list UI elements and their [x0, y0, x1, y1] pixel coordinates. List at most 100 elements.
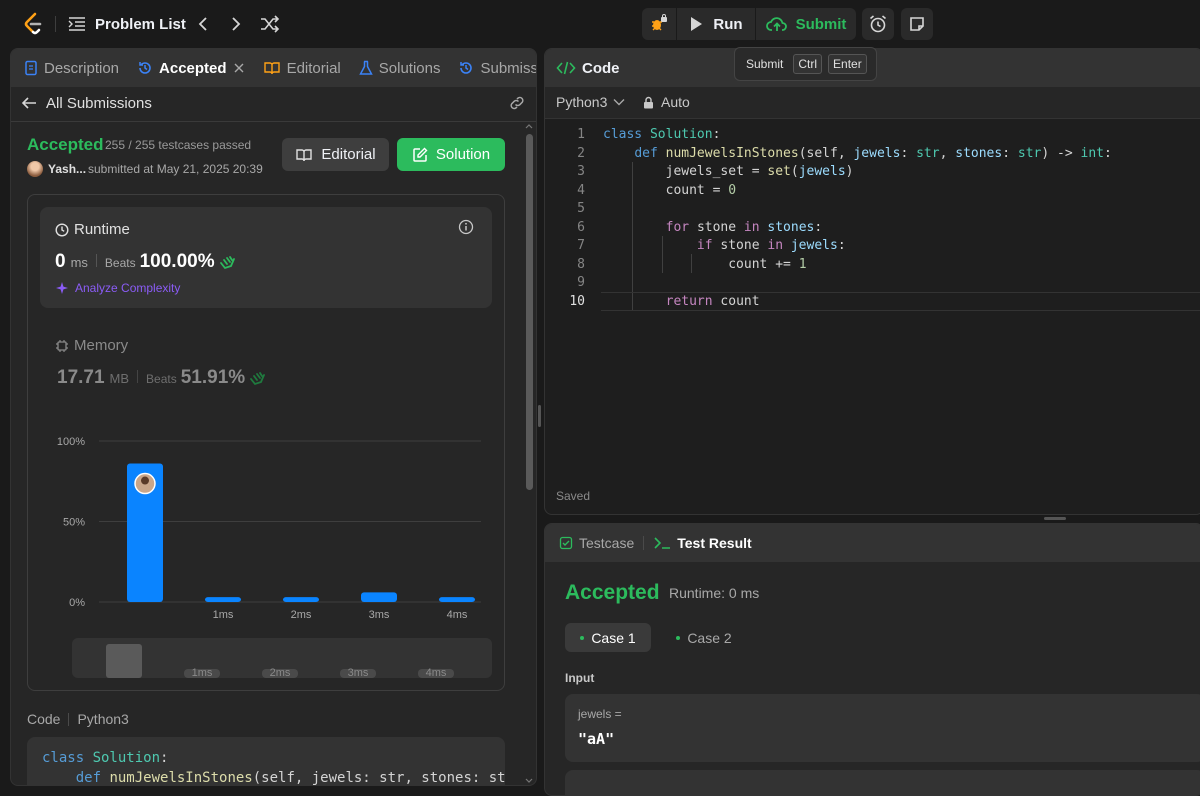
left-panel: Description Accepted Editorial Solutions…: [10, 48, 537, 786]
checkbox-icon: [559, 536, 573, 550]
notes-button[interactable]: [901, 8, 933, 40]
submit-tooltip: Submit Ctrl Enter: [734, 47, 877, 81]
autocomplete-mode[interactable]: Auto: [643, 94, 690, 110]
user-marker-avatar-hair: [141, 476, 149, 485]
runtime-value-row: 0 ms Beats 100.00%: [55, 251, 236, 273]
line-number: 2: [577, 145, 585, 161]
chart-bar[interactable]: [361, 592, 397, 602]
submit-button[interactable]: Submit: [756, 8, 856, 40]
clock-icon: [55, 222, 69, 237]
scrollbar-thumb[interactable]: [526, 134, 533, 490]
leetcode-logo[interactable]: [22, 12, 44, 36]
code-line: count = 0: [665, 182, 737, 198]
tab-editorial[interactable]: Editorial: [263, 49, 341, 87]
input-var-name: jewels =: [578, 707, 622, 721]
memory-header[interactable]: Memory: [55, 337, 128, 354]
code-line: def numJewelsInStones(self, jewels: str,…: [634, 145, 1112, 161]
run-button[interactable]: Run: [677, 8, 755, 40]
link-icon: [510, 96, 524, 110]
case-2-tab[interactable]: Case 2: [661, 623, 747, 652]
analyze-complexity-link[interactable]: Analyze Complexity: [55, 281, 180, 295]
debug-button[interactable]: [642, 8, 676, 40]
play-icon: [691, 17, 703, 31]
tooltip-label: Submit: [746, 57, 784, 71]
username[interactable]: Yash...: [48, 162, 86, 176]
language-selector[interactable]: Python3: [556, 94, 625, 110]
chart-bar[interactable]: [205, 597, 241, 602]
close-icon[interactable]: [233, 62, 245, 74]
scroll-down-arrow[interactable]: [525, 778, 533, 784]
share-link-button[interactable]: [508, 95, 526, 111]
terminal-icon: [654, 537, 671, 549]
case-1-tab[interactable]: Case 1: [565, 623, 651, 652]
list-icon: [68, 17, 85, 31]
code-preview-line: def numJewelsInStones(self, jewels: str,…: [75, 770, 505, 786]
tab-submissions[interactable]: Submissio: [458, 49, 536, 87]
book-icon: [296, 148, 313, 161]
line-number: 8: [577, 256, 585, 272]
tab-solutions-label: Solutions: [378, 59, 441, 77]
x-tick-label: 1ms: [213, 609, 234, 621]
minimap-bar: [106, 644, 142, 678]
tab-testcase[interactable]: Testcase: [559, 524, 634, 562]
avatar[interactable]: [27, 161, 43, 177]
document-icon: [25, 60, 37, 76]
chip-icon: [56, 339, 68, 352]
all-submissions-label: All Submissions: [46, 94, 152, 112]
info-icon[interactable]: [458, 219, 474, 235]
editorial-button[interactable]: Editorial: [282, 138, 389, 171]
scroll-up-arrow[interactable]: [525, 123, 533, 129]
x-tick-label: 3ms: [369, 609, 390, 621]
all-submissions-link[interactable]: All Submissions: [21, 93, 152, 113]
minimap-label: 4ms: [426, 667, 447, 678]
timer-button[interactable]: [862, 8, 894, 40]
line-number: 3: [577, 164, 585, 179]
input-value-box-next: [565, 770, 1200, 795]
solution-button[interactable]: Solution: [397, 138, 505, 171]
line-number: 10: [569, 293, 585, 309]
sparkle-icon: [56, 282, 68, 294]
test-result-panel: Testcase Test Result Accepted Runtime: 0…: [544, 523, 1200, 796]
runtime-header: Runtime: [55, 221, 130, 238]
runtime-card[interactable]: Runtime 0 ms Beats 100.00% Analyze Compl…: [40, 207, 492, 308]
tab-testcase-label: Testcase: [579, 535, 635, 551]
memory-value-row: 17.71 MB Beats 51.91%: [57, 367, 266, 389]
vertical-resize-handle[interactable]: [538, 405, 541, 427]
line-number: 4: [577, 182, 585, 198]
next-problem-button[interactable]: [227, 14, 245, 34]
runtime-distribution-chart[interactable]: 100% 50% 0% 1ms 2ms 3ms 4ms: [41, 429, 491, 629]
tab-solutions[interactable]: Solutions: [359, 49, 441, 87]
tab-accepted[interactable]: Accepted: [137, 49, 245, 87]
random-problem-button[interactable]: [259, 14, 281, 34]
tab-submissions-label: Submissio: [480, 59, 536, 77]
chart-minimap: 1ms 2ms 3ms 4ms: [106, 644, 454, 678]
horizontal-resize-handle[interactable]: [1044, 517, 1066, 520]
problem-list-button[interactable]: Problem List: [68, 12, 186, 36]
tooltip-key-ctrl: Ctrl: [793, 54, 823, 74]
cloud-upload-icon: [765, 17, 787, 31]
memory-label: Memory: [74, 337, 129, 354]
tab-description[interactable]: Description: [24, 49, 119, 87]
chart-bar[interactable]: [283, 597, 319, 602]
code-line: jewels_set = set(jewels): [665, 164, 854, 179]
divider: [55, 16, 56, 32]
prev-problem-button[interactable]: [194, 14, 212, 34]
code-panel-title: Code: [582, 59, 620, 77]
code-section-label: Code: [27, 711, 61, 727]
memory-value: 17.71: [57, 367, 105, 388]
runtime-beats-label: Beats: [104, 256, 136, 270]
code-icon: [556, 61, 576, 75]
result-tab-bar: Testcase Test Result: [545, 524, 1200, 562]
problem-list-label: Problem List: [95, 15, 186, 33]
shuffle-icon: [261, 15, 280, 33]
clap-icon: [219, 256, 235, 270]
lock-icon: [644, 96, 653, 108]
current-line-highlight: [601, 292, 1200, 311]
input-label: Input: [565, 671, 595, 685]
chart-bar[interactable]: [439, 597, 475, 602]
y-tick-label: 100%: [57, 436, 85, 448]
submit-label: Submit: [795, 15, 847, 33]
tab-test-result[interactable]: Test Result: [653, 524, 752, 562]
clap-icon: [250, 372, 266, 386]
note-icon: [910, 17, 924, 31]
